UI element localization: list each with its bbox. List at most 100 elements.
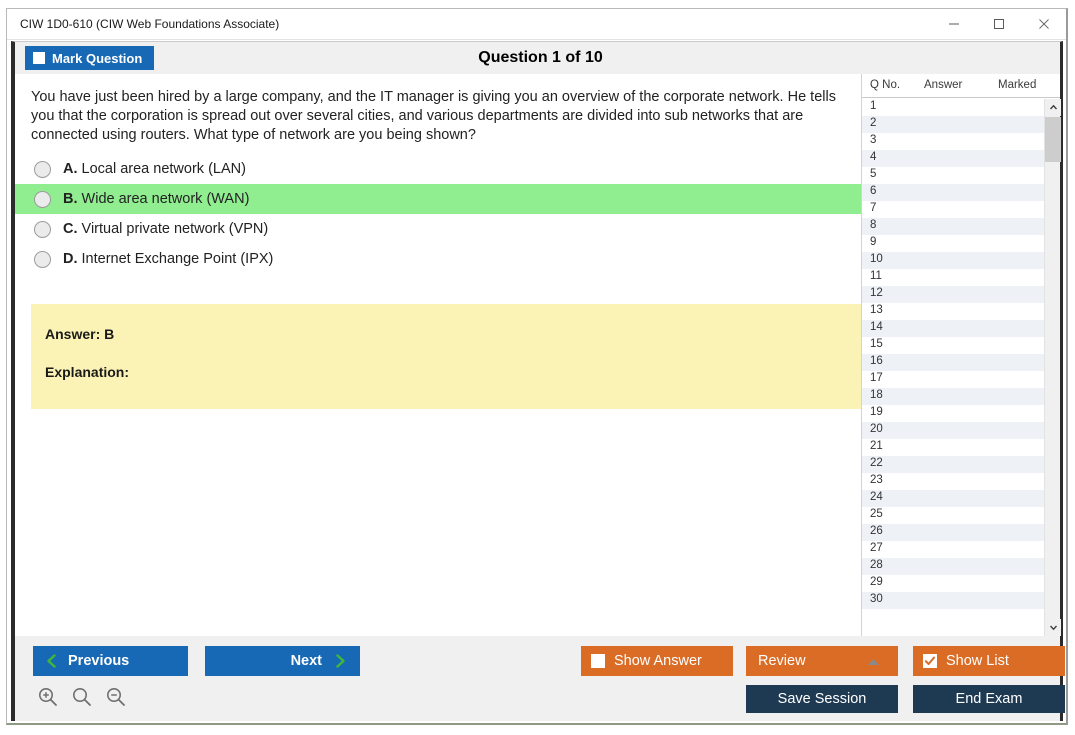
question-text: You have just been hired by a large comp…: [31, 88, 843, 145]
exam-header: Mark Question Question 1 of 10: [15, 42, 1060, 74]
question-list-rows[interactable]: 1234567891011121314151617181920212223242…: [862, 99, 1044, 636]
option-body: Local area network (LAN): [82, 161, 246, 177]
option-radio[interactable]: [34, 221, 51, 238]
review-label: Review: [758, 653, 806, 669]
scrollbar-thumb[interactable]: [1045, 117, 1061, 162]
question-list-row-number: 30: [870, 593, 883, 605]
question-list-row-number: 21: [870, 440, 883, 452]
question-list-row[interactable]: 6: [862, 184, 1044, 201]
exam-frame: Mark Question Question 1 of 10 You have …: [11, 41, 1063, 721]
triangle-up-icon: [867, 658, 880, 666]
show-answer-button[interactable]: Show Answer: [581, 646, 733, 676]
question-list-row[interactable]: 13: [862, 303, 1044, 320]
question-list-row[interactable]: 3: [862, 133, 1044, 150]
chevron-up-icon: [1049, 103, 1058, 112]
zoom-in-icon: [37, 686, 59, 708]
question-list-row[interactable]: 7: [862, 201, 1044, 218]
save-session-button[interactable]: Save Session: [746, 685, 898, 713]
option-radio[interactable]: [34, 161, 51, 178]
answer-option-b[interactable]: B. Wide area network (WAN): [15, 184, 861, 214]
question-list-row[interactable]: 20: [862, 422, 1044, 439]
zoom-reset-icon: [71, 686, 93, 708]
question-list-row[interactable]: 15: [862, 337, 1044, 354]
question-list-row-number: 5: [870, 168, 876, 180]
column-header-marked: Marked: [998, 79, 1036, 91]
zoom-reset-button[interactable]: [69, 684, 95, 710]
show-list-checkbox[interactable]: [923, 654, 937, 668]
question-list-row[interactable]: 8: [862, 218, 1044, 235]
question-list-row[interactable]: 26: [862, 524, 1044, 541]
question-list-panel: Q No. Answer Marked 12345678910111213141…: [861, 74, 1060, 636]
question-list-row[interactable]: 24: [862, 490, 1044, 507]
option-letter: D.: [63, 251, 78, 267]
show-list-button[interactable]: Show List: [913, 646, 1065, 676]
review-dropdown[interactable]: Review: [746, 646, 898, 676]
question-list-row[interactable]: 19: [862, 405, 1044, 422]
question-list-row[interactable]: 1: [862, 99, 1044, 116]
question-list-row-number: 10: [870, 253, 883, 265]
question-list-row[interactable]: 9: [862, 235, 1044, 252]
answer-explanation-panel: Answer: B Explanation:: [31, 304, 861, 409]
question-list-row[interactable]: 22: [862, 456, 1044, 473]
question-list-row-number: 14: [870, 321, 883, 333]
question-list-row[interactable]: 25: [862, 507, 1044, 524]
question-list-row[interactable]: 21: [862, 439, 1044, 456]
question-list-row[interactable]: 28: [862, 558, 1044, 575]
maximize-button[interactable]: [976, 9, 1021, 39]
zoom-out-button[interactable]: [103, 684, 129, 710]
zoom-in-button[interactable]: [35, 684, 61, 710]
question-list-row[interactable]: 14: [862, 320, 1044, 337]
question-list-row[interactable]: 29: [862, 575, 1044, 592]
question-list-scrollbar[interactable]: [1044, 99, 1060, 636]
question-list-row[interactable]: 27: [862, 541, 1044, 558]
next-button[interactable]: Next: [205, 646, 360, 676]
question-list-row-number: 6: [870, 185, 876, 197]
question-list-row[interactable]: 23: [862, 473, 1044, 490]
question-list-row-number: 15: [870, 338, 883, 350]
save-session-label: Save Session: [778, 691, 867, 707]
close-button[interactable]: [1021, 9, 1066, 39]
question-list-row-number: 7: [870, 202, 876, 214]
maximize-icon: [993, 18, 1005, 30]
question-list-row[interactable]: 4: [862, 150, 1044, 167]
minimize-button[interactable]: [931, 9, 976, 39]
question-list-row-number: 29: [870, 576, 883, 588]
question-list-row-number: 16: [870, 355, 883, 367]
end-exam-button[interactable]: End Exam: [913, 685, 1065, 713]
show-list-label: Show List: [946, 653, 1009, 669]
question-list-row-number: 1: [870, 100, 876, 112]
question-list-row[interactable]: 18: [862, 388, 1044, 405]
answer-options-list: A. Local area network (LAN) B. Wide area …: [15, 154, 861, 274]
answer-option-c[interactable]: C. Virtual private network (VPN): [15, 214, 861, 244]
application-window: CIW 1D0-610 (CIW Web Foundations Associa…: [6, 8, 1068, 725]
question-content-area: You have just been hired by a large comp…: [15, 74, 861, 636]
zoom-out-icon: [105, 686, 127, 708]
question-list-row[interactable]: 17: [862, 371, 1044, 388]
question-list-row-number: 9: [870, 236, 876, 248]
option-text: C. Virtual private network (VPN): [63, 221, 268, 237]
question-list-row[interactable]: 2: [862, 116, 1044, 133]
previous-button[interactable]: Previous: [33, 646, 188, 676]
option-radio[interactable]: [34, 251, 51, 268]
option-body: Wide area network (WAN): [82, 191, 250, 207]
option-letter: C.: [63, 221, 78, 237]
show-answer-label: Show Answer: [614, 653, 702, 669]
bottom-toolbar: Previous Next Show Answer Review: [15, 636, 1060, 721]
question-list-row[interactable]: 30: [862, 592, 1044, 609]
answer-label: Answer: B: [45, 326, 861, 342]
question-list-row-number: 19: [870, 406, 883, 418]
question-list-row[interactable]: 16: [862, 354, 1044, 371]
answer-option-a[interactable]: A. Local area network (LAN): [15, 154, 861, 184]
question-list-row[interactable]: 10: [862, 252, 1044, 269]
question-list-row[interactable]: 5: [862, 167, 1044, 184]
show-answer-checkbox[interactable]: [591, 654, 605, 668]
answer-option-d[interactable]: D. Internet Exchange Point (IPX): [15, 244, 861, 274]
option-text: A. Local area network (LAN): [63, 161, 246, 177]
question-list-row[interactable]: 12: [862, 286, 1044, 303]
option-radio[interactable]: [34, 191, 51, 208]
question-list-row-number: 22: [870, 457, 883, 469]
scroll-down-button[interactable]: [1045, 619, 1061, 636]
question-list-row[interactable]: 11: [862, 269, 1044, 286]
question-counter: Question 1 of 10: [15, 49, 1060, 67]
scroll-up-button[interactable]: [1045, 99, 1061, 116]
